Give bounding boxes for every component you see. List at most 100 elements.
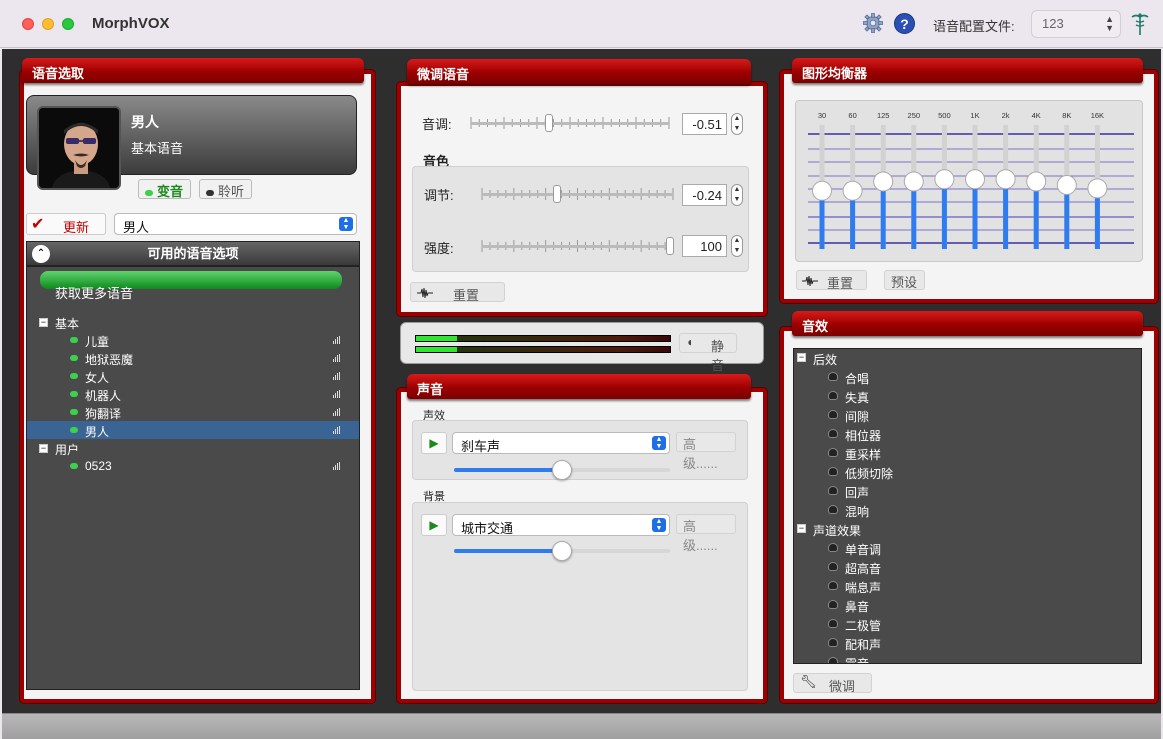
- eq-band-thumb[interactable]: [842, 180, 863, 201]
- strength-stepper[interactable]: ▲ ▼: [731, 235, 743, 257]
- effect-list-item[interactable]: 低频切除: [794, 463, 1141, 482]
- effect-advanced-button[interactable]: 高级......: [676, 432, 736, 471]
- voice-card: 男人 基本语音: [26, 95, 357, 190]
- eq-band-thumb[interactable]: [1087, 178, 1108, 199]
- effect-group-row[interactable]: − 后效: [794, 349, 1141, 368]
- collapse-toggle-icon[interactable]: −: [39, 444, 48, 453]
- strength-value-field[interactable]: 100: [682, 235, 727, 257]
- effect-list-item[interactable]: 相位器: [794, 425, 1141, 444]
- collapse-icon[interactable]: ⌃: [32, 245, 50, 263]
- eq-band-thumb[interactable]: [903, 171, 924, 192]
- voice-item-label: 地狱恶魔: [85, 353, 134, 367]
- signal-bars-icon: [333, 426, 341, 434]
- pitch-slider-thumb[interactable]: [544, 114, 553, 132]
- eq-band-thumb[interactable]: [995, 169, 1016, 190]
- effect-list-item[interactable]: 失真: [794, 387, 1141, 406]
- effect-list-item[interactable]: 二极管: [794, 615, 1141, 634]
- background-volume-thumb[interactable]: [552, 541, 572, 561]
- eq-reset-button[interactable]: 重置: [796, 270, 867, 291]
- eq-band-thumb[interactable]: [812, 180, 832, 201]
- app-title: MorphVOX: [92, 15, 170, 32]
- eq-band-fill: [941, 179, 947, 249]
- effect-list-item[interactable]: 配和声: [794, 634, 1141, 653]
- eq-preset-button[interactable]: 预设: [884, 270, 925, 290]
- effect-list-item[interactable]: 间隙: [794, 406, 1141, 425]
- eq-band-thumb[interactable]: [873, 171, 894, 192]
- caduceus-icon[interactable]: [1130, 12, 1150, 36]
- voice-list-item[interactable]: 地狱恶魔: [27, 349, 359, 367]
- effect-list-item[interactable]: 重采样: [794, 444, 1141, 463]
- collapse-toggle-icon[interactable]: −: [797, 353, 806, 362]
- adjust-value-field[interactable]: -0.24: [682, 184, 727, 206]
- mute-button[interactable]: ◖ 静音: [679, 333, 737, 373]
- effects-list[interactable]: − 后效 合唱 失真 间隙 相位器 重采样 低频切除 回声混响 − 声道效果 单音调 超高音 喘息声鼻音二…: [793, 348, 1142, 664]
- effect-led-icon: [828, 505, 838, 514]
- effects-tweak-button[interactable]: 🔧︎ 微调: [793, 673, 872, 694]
- voice-list-item[interactable]: 女人: [27, 367, 359, 385]
- voice-list[interactable]: 获取更多语音 − 基本 儿童 地狱恶魔 女人 机器人 狗翻译 男人 − 用户 0523: [26, 266, 360, 690]
- eq-band-thumb[interactable]: [1026, 171, 1047, 192]
- effect-group-row[interactable]: − 声道效果: [794, 520, 1141, 539]
- effect-item-label: 鼻音: [845, 600, 870, 614]
- update-button[interactable]: ✔ 更新: [26, 213, 106, 235]
- profile-select[interactable]: 123 ▲ ▼: [1031, 10, 1121, 38]
- equalizer-graph[interactable]: 30 60 125 250 500 1K 2k 4K 8K 16K: [796, 101, 1144, 263]
- maximize-window-button[interactable]: [62, 18, 74, 30]
- voice-item-label: 机器人: [85, 389, 122, 403]
- effect-list-item[interactable]: 混响: [794, 501, 1141, 520]
- help-icon[interactable]: ?: [894, 13, 915, 34]
- voice-list-header: ⌃ 可用的语音选项: [26, 241, 360, 266]
- collapse-toggle-icon[interactable]: −: [39, 318, 48, 327]
- voice-item-label: 女人: [85, 371, 110, 385]
- play-effect-button[interactable]: ▶: [421, 432, 447, 454]
- eq-band-thumb[interactable]: [965, 169, 985, 190]
- background-advanced-button[interactable]: 高级......: [676, 514, 736, 553]
- effect-list-item[interactable]: 鼻音: [794, 596, 1141, 615]
- listen-toggle-button[interactable]: 聆听: [199, 179, 252, 199]
- strength-slider-thumb[interactable]: [666, 237, 674, 255]
- minimize-window-button[interactable]: [42, 18, 54, 30]
- wrench-icon: 🔧︎: [800, 674, 817, 689]
- voice-list-item[interactable]: 儿童: [27, 331, 359, 349]
- voice-group-row[interactable]: − 用户: [27, 439, 359, 457]
- voice-list-item[interactable]: 0523: [27, 457, 359, 475]
- effect-volume-thumb[interactable]: [552, 460, 572, 480]
- adjust-stepper[interactable]: ▲ ▼: [731, 184, 743, 206]
- voice-item-label: 男人: [85, 425, 110, 439]
- tweak-reset-button[interactable]: 重置: [410, 282, 505, 303]
- effect-led-icon: [828, 581, 838, 590]
- background-dropdown[interactable]: 城市交通 ▲ ▼: [452, 514, 670, 536]
- morph-toggle-button[interactable]: 变音: [138, 179, 191, 199]
- close-window-button[interactable]: [22, 18, 34, 30]
- effect-list-item[interactable]: 超高音: [794, 558, 1141, 577]
- sound-effect-dropdown[interactable]: 刹车声 ▲ ▼: [452, 432, 670, 454]
- pitch-stepper[interactable]: ▲ ▼: [731, 113, 743, 135]
- voice-list-item[interactable]: 机器人: [27, 385, 359, 403]
- voice-dropdown[interactable]: 男人 ▲ ▼: [114, 213, 357, 235]
- effect-item-label: 混响: [845, 505, 870, 519]
- effect-list-item[interactable]: 震音: [794, 653, 1141, 663]
- effect-list-item[interactable]: 合唱: [794, 368, 1141, 387]
- effect-led-icon: [828, 372, 838, 381]
- pitch-value-field[interactable]: -0.51: [682, 113, 727, 135]
- effect-list-item[interactable]: 喘息声: [794, 577, 1141, 596]
- voice-list-item[interactable]: 狗翻译: [27, 403, 359, 421]
- eq-band-label: 125: [877, 111, 890, 120]
- voice-group-row[interactable]: − 基本: [27, 313, 359, 331]
- checkmark-icon: ✔: [31, 216, 45, 233]
- collapse-toggle-icon[interactable]: −: [797, 524, 806, 533]
- effects-tweak-label: 微调: [829, 679, 856, 694]
- gear-icon[interactable]: [863, 13, 883, 33]
- eq-band-label: 500: [938, 111, 951, 120]
- eq-band-thumb[interactable]: [1056, 174, 1077, 195]
- adjust-slider-track[interactable]: [481, 193, 674, 196]
- play-background-button[interactable]: ▶: [421, 514, 447, 536]
- effect-list-item[interactable]: 回声: [794, 482, 1141, 501]
- strength-slider-track[interactable]: [481, 245, 674, 248]
- voice-group-label: 基本: [55, 317, 80, 331]
- pitch-slider-track[interactable]: [470, 122, 670, 125]
- effect-list-item[interactable]: 单音调: [794, 539, 1141, 558]
- adjust-slider-thumb[interactable]: [553, 185, 562, 203]
- voice-list-item[interactable]: 男人: [27, 421, 359, 439]
- eq-band-thumb[interactable]: [934, 169, 955, 190]
